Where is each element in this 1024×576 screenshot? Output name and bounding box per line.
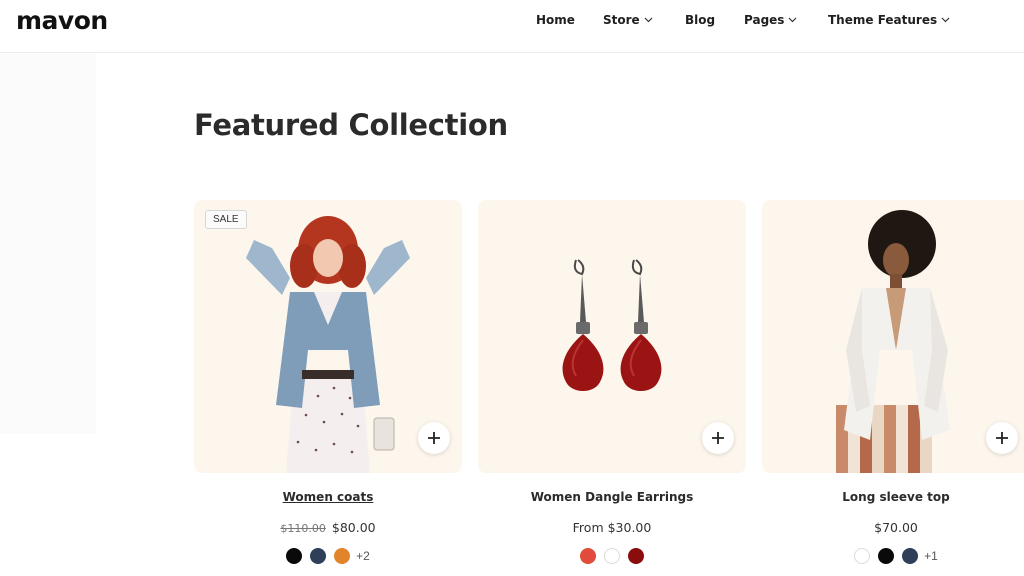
add-to-cart-button[interactable] [986, 422, 1018, 454]
product-title[interactable]: Long sleeve top [762, 490, 1024, 504]
plus-icon [712, 432, 724, 444]
nav-item-home[interactable]: Home [536, 13, 575, 27]
side-panel-shade [0, 54, 96, 434]
nav-item-store[interactable]: Store [603, 13, 653, 27]
color-swatches: +1 [762, 548, 1024, 564]
nav-item-label: Home [536, 13, 575, 27]
swatch-dark-red[interactable] [628, 548, 644, 564]
chevron-down-icon [941, 17, 950, 23]
add-to-cart-button[interactable] [702, 422, 734, 454]
product-card: Women Dangle Earrings From $30.00 [478, 200, 746, 564]
section-title: Featured Collection [194, 108, 508, 142]
product-image-container[interactable]: SALE [194, 200, 462, 473]
nav-item-label: Pages [744, 13, 785, 27]
chevron-down-icon [789, 17, 797, 23]
nav-item-label: Store [603, 13, 640, 27]
nav-item-label: Theme Features [828, 13, 938, 27]
product-title-link[interactable]: Women coats [194, 490, 462, 504]
product-title[interactable]: Women Dangle Earrings [478, 490, 746, 504]
swatch-white[interactable] [604, 548, 620, 564]
woman-white-shirt-photo [836, 210, 950, 473]
swatch-navy[interactable] [902, 548, 919, 564]
product-image-container[interactable] [478, 200, 746, 473]
add-to-cart-button[interactable] [418, 422, 450, 454]
plus-icon [428, 432, 440, 444]
product-price: From $30.00 [572, 520, 652, 535]
product-image-container[interactable] [762, 200, 1024, 473]
color-swatches [478, 548, 746, 564]
product-price: $70.00 [874, 520, 918, 535]
swatch-orange[interactable] [334, 548, 351, 564]
product-card: SALE Women coats $110.00 $80.00 +2 [194, 200, 462, 564]
product-price: $110.00 $80.00 [194, 520, 462, 535]
color-swatches: +2 [194, 548, 462, 564]
compare-at-price: $110.00 [280, 522, 326, 535]
nav-item-pages[interactable]: Pages [744, 13, 797, 27]
main-nav: Home Store Blog Pages Theme Features [0, 13, 1024, 29]
sale-price: $80.00 [331, 520, 376, 535]
product-card: Long sleeve top $70.00 +1 [762, 200, 1024, 564]
swatch-navy[interactable] [310, 548, 327, 564]
chevron-down-icon [644, 17, 653, 23]
swatch-black[interactable] [286, 548, 303, 564]
sale-badge: SALE [205, 210, 247, 229]
swatch-black[interactable] [878, 548, 895, 564]
more-swatches-count[interactable]: +1 [924, 549, 938, 563]
nav-item-theme-features[interactable]: Theme Features [828, 13, 950, 27]
more-swatches-count[interactable]: +2 [356, 549, 370, 563]
nav-item-label: Blog [685, 13, 716, 27]
nav-item-blog[interactable]: Blog [685, 13, 715, 27]
site-header: mavon Home Store Blog Pages Theme Featur… [0, 0, 1024, 53]
plus-icon [996, 432, 1008, 444]
swatch-white[interactable] [854, 548, 871, 564]
swatch-red[interactable] [580, 548, 596, 564]
